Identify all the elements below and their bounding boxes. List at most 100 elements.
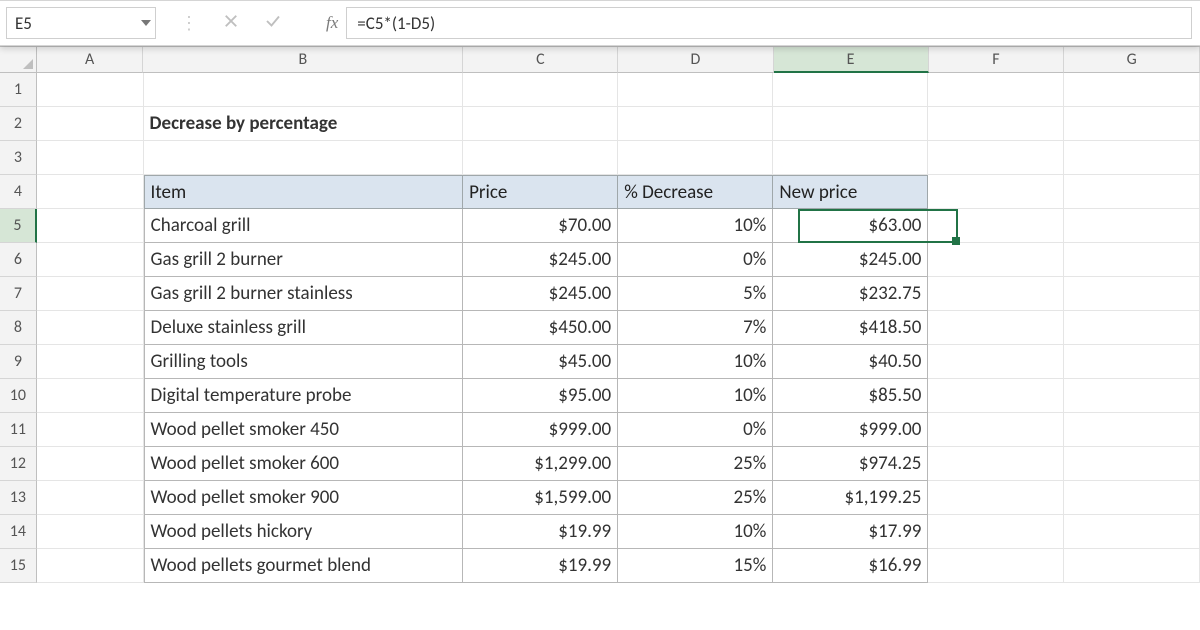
cell-item[interactable]: Wood pellet smoker 900 xyxy=(144,481,464,515)
cell-C3[interactable] xyxy=(463,141,618,175)
header-price[interactable]: Price xyxy=(463,175,618,209)
row-header-15[interactable]: 15 xyxy=(0,549,37,583)
cell-newprice[interactable]: $40.50 xyxy=(773,345,928,379)
cell-decrease[interactable]: 10% xyxy=(618,379,773,413)
row-header-2[interactable]: 2 xyxy=(0,107,37,141)
cell-price[interactable]: $45.00 xyxy=(463,345,618,379)
select-all-corner[interactable] xyxy=(0,47,37,73)
header-item[interactable]: Item xyxy=(144,175,464,209)
cell-G15[interactable] xyxy=(1064,549,1200,583)
cell-decrease[interactable]: 10% xyxy=(618,209,773,243)
name-box[interactable]: E5 xyxy=(6,7,156,39)
cell-decrease[interactable]: 5% xyxy=(618,277,773,311)
cell-B3[interactable] xyxy=(144,141,463,175)
cell-newprice[interactable]: $85.50 xyxy=(773,379,928,413)
cell-G12[interactable] xyxy=(1064,447,1200,481)
row-header-13[interactable]: 13 xyxy=(0,481,37,515)
cell-newprice[interactable]: $1,199.25 xyxy=(773,481,928,515)
cell-newprice[interactable]: $418.50 xyxy=(773,311,928,345)
enter-icon[interactable] xyxy=(264,12,282,35)
cell-E2[interactable] xyxy=(773,107,928,141)
col-header-C[interactable]: C xyxy=(463,47,618,73)
cell-item[interactable]: Wood pellets gourmet blend xyxy=(144,549,464,583)
cell-G11[interactable] xyxy=(1064,413,1200,447)
cell-F1[interactable] xyxy=(928,73,1064,107)
formula-input[interactable]: =C5*(1-D5) xyxy=(346,7,1192,39)
cell-item[interactable]: Wood pellet smoker 600 xyxy=(144,447,464,481)
cell-item[interactable]: Digital temperature probe xyxy=(144,379,464,413)
cell-item[interactable]: Gas grill 2 burner xyxy=(144,243,464,277)
cell-F12[interactable] xyxy=(928,447,1064,481)
cell-G5[interactable] xyxy=(1064,209,1200,243)
cell-newprice[interactable]: $974.25 xyxy=(773,447,928,481)
row-header-12[interactable]: 12 xyxy=(0,447,37,481)
header-decrease[interactable]: % Decrease xyxy=(618,175,773,209)
cell-A12[interactable] xyxy=(37,447,144,481)
cell-A11[interactable] xyxy=(37,413,144,447)
col-header-F[interactable]: F xyxy=(929,47,1065,73)
cell-newprice[interactable]: $245.00 xyxy=(773,243,928,277)
cell-price[interactable]: $19.99 xyxy=(463,515,618,549)
cell-G4[interactable] xyxy=(1064,175,1200,209)
cell-decrease[interactable]: 25% xyxy=(618,447,773,481)
cell-price[interactable]: $70.00 xyxy=(463,209,618,243)
cell-G13[interactable] xyxy=(1064,481,1200,515)
cell-newprice[interactable]: $232.75 xyxy=(773,277,928,311)
cell-A5[interactable] xyxy=(37,209,144,243)
cell-G10[interactable] xyxy=(1064,379,1200,413)
cell-D3[interactable] xyxy=(618,141,773,175)
cell-decrease[interactable]: 0% xyxy=(618,243,773,277)
cell-A9[interactable] xyxy=(37,345,144,379)
cell-F2[interactable] xyxy=(928,107,1064,141)
cell-A13[interactable] xyxy=(37,481,144,515)
cell-decrease[interactable]: 7% xyxy=(618,311,773,345)
cell-B1[interactable] xyxy=(144,73,463,107)
cell-item[interactable]: Wood pellets hickory xyxy=(144,515,464,549)
row-header-6[interactable]: 6 xyxy=(0,243,37,277)
cell-C2[interactable] xyxy=(463,107,618,141)
row-header-10[interactable]: 10 xyxy=(0,379,37,413)
cell-G9[interactable] xyxy=(1064,345,1200,379)
cell-decrease[interactable]: 15% xyxy=(618,549,773,583)
cell-E3[interactable] xyxy=(773,141,928,175)
cell-F14[interactable] xyxy=(928,515,1064,549)
chevron-down-icon[interactable] xyxy=(141,20,151,26)
cell-price[interactable]: $95.00 xyxy=(463,379,618,413)
col-header-G[interactable]: G xyxy=(1064,47,1200,73)
row-header-8[interactable]: 8 xyxy=(0,311,37,345)
cell-price[interactable]: $1,599.00 xyxy=(463,481,618,515)
row-header-3[interactable]: 3 xyxy=(0,141,37,175)
cell-A8[interactable] xyxy=(37,311,144,345)
cell-decrease[interactable]: 0% xyxy=(618,413,773,447)
row-header-7[interactable]: 7 xyxy=(0,277,37,311)
cell-newprice[interactable]: $16.99 xyxy=(773,549,928,583)
cell-price[interactable]: $19.99 xyxy=(463,549,618,583)
cell-decrease[interactable]: 10% xyxy=(618,345,773,379)
row-header-5[interactable]: 5 xyxy=(0,209,37,243)
cell-D2[interactable] xyxy=(618,107,773,141)
col-header-A[interactable]: A xyxy=(37,47,144,73)
page-title[interactable]: Decrease by percentage xyxy=(144,107,463,141)
cell-newprice[interactable]: $999.00 xyxy=(773,413,928,447)
cell-F8[interactable] xyxy=(928,311,1064,345)
cell-item[interactable]: Charcoal grill xyxy=(144,209,464,243)
cell-E1[interactable] xyxy=(773,73,928,107)
row-header-14[interactable]: 14 xyxy=(0,515,37,549)
cell-F7[interactable] xyxy=(928,277,1064,311)
cell-G14[interactable] xyxy=(1064,515,1200,549)
cell-G3[interactable] xyxy=(1064,141,1200,175)
row-header-1[interactable]: 1 xyxy=(0,73,37,107)
cell-A10[interactable] xyxy=(37,379,144,413)
row-header-4[interactable]: 4 xyxy=(0,175,37,209)
cell-F11[interactable] xyxy=(928,413,1064,447)
col-header-E[interactable]: E xyxy=(774,47,929,73)
row-header-11[interactable]: 11 xyxy=(0,413,37,447)
cell-G8[interactable] xyxy=(1064,311,1200,345)
cell-F5[interactable] xyxy=(928,209,1064,243)
cell-price[interactable]: $1,299.00 xyxy=(463,447,618,481)
cell-F4[interactable] xyxy=(928,175,1064,209)
cell-A14[interactable] xyxy=(37,515,144,549)
cell-newprice[interactable]: $63.00 xyxy=(773,209,928,243)
cell-A1[interactable] xyxy=(37,73,144,107)
cell-decrease[interactable]: 10% xyxy=(618,515,773,549)
